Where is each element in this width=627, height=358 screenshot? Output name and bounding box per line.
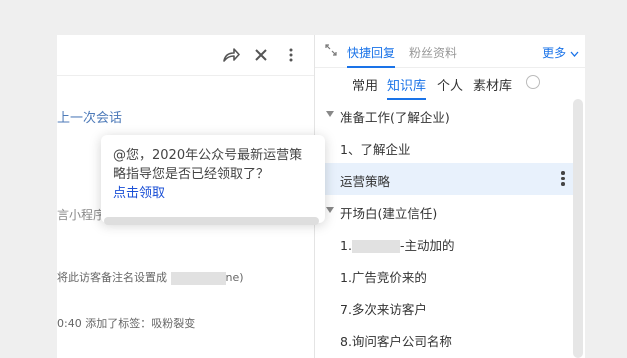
list-item-label: 运营策略: [340, 174, 391, 189]
list-item[interactable]: 1.广告竞价来的: [315, 259, 573, 291]
notification-popup: @您，2020年公众号最新运营策略指导您是否已经领取了？ 点击领取: [101, 135, 325, 225]
expand-icon[interactable]: [325, 44, 337, 59]
chat-toolbar: [222, 46, 300, 64]
collapse-triangle-icon: [326, 111, 334, 117]
list-item-selected[interactable]: 运营策略: [315, 163, 573, 195]
more-label: 更多: [542, 46, 567, 60]
list-item[interactable]: 1. -主动加的: [315, 227, 573, 259]
popup-scrollbar: [104, 217, 319, 225]
more-dropdown[interactable]: 更多: [542, 44, 579, 61]
list-item-label: 准备工作(了解企业): [340, 110, 450, 125]
popup-content: @您，2020年公众号最新运营策略指导您是否已经领取了？ 点击领取: [113, 146, 313, 203]
list-group-opening[interactable]: 开场白(建立信任): [315, 195, 573, 227]
note-setting-text: 将此访客备注名设置成 ne): [57, 269, 244, 285]
list-item-prefix: 1.: [340, 238, 352, 253]
more-vertical-icon[interactable]: [561, 171, 565, 186]
tag-time: 0:40: [57, 317, 82, 330]
tab-common[interactable]: 常用: [352, 75, 378, 94]
chevron-down-icon: [570, 51, 579, 57]
list-item-label: 1. -主动加的: [340, 235, 454, 254]
list-item[interactable]: 8.询问客户公司名称: [315, 323, 573, 355]
main-tabs: 快捷回复 粉丝资料 更多: [315, 35, 585, 68]
share-icon[interactable]: [222, 46, 240, 64]
list-item-text: -主动加的: [399, 238, 455, 253]
more-vertical-icon[interactable]: [282, 46, 300, 64]
tab-personal[interactable]: 个人: [437, 75, 463, 94]
list-item[interactable]: 1、了解企业: [315, 131, 573, 163]
redacted-name: [170, 271, 226, 285]
list-group-prep[interactable]: 准备工作(了解企业): [315, 99, 573, 131]
last-session-link[interactable]: 上一次会话: [57, 107, 122, 126]
redacted-text: [351, 240, 400, 253]
popup-message: @您，2020年公众号最新运营策略指导您是否已经领取了？: [113, 148, 303, 182]
list-item-label: 8.询问客户公司名称: [340, 334, 452, 349]
toolbar-divider: [57, 75, 314, 76]
note-suffix: ne): [225, 271, 244, 284]
tab-materials[interactable]: 素材库: [473, 75, 512, 94]
tab-knowledge-base[interactable]: 知识库: [387, 75, 427, 100]
collapse-triangle-icon: [326, 207, 334, 213]
tab-quick-reply[interactable]: 快捷回复: [347, 44, 396, 68]
tab-fan-profile[interactable]: 粉丝资料: [409, 44, 457, 61]
claim-link[interactable]: 点击领取: [113, 186, 165, 201]
list-item-label: 1.广告竞价来的: [340, 270, 427, 285]
list-item-label: 7.多次来访客户: [340, 302, 427, 317]
tag-added-text: 0:40 添加了标签：吸粉裂变: [57, 315, 195, 331]
quick-reply-panel: 快捷回复 粉丝资料 更多 常用 知识库 个人 素材库 准备工作(了解企业) 1、…: [315, 35, 585, 358]
close-icon[interactable]: [252, 46, 270, 64]
mini-program-text: 言小程序: [57, 208, 106, 222]
scrollbar[interactable]: [573, 99, 583, 358]
sub-tabs: 常用 知识库 个人 素材库: [315, 75, 585, 100]
list-item-label: 开场白(建立信任): [340, 206, 438, 221]
note-prefix: 将此访客备注名设置成: [57, 271, 167, 284]
tag-text: 添加了标签：吸粉裂变: [85, 317, 196, 330]
list-item-label: 1、了解企业: [340, 142, 411, 157]
search-icon[interactable]: [526, 75, 540, 89]
list-item[interactable]: 7.多次来访客户: [315, 291, 573, 323]
